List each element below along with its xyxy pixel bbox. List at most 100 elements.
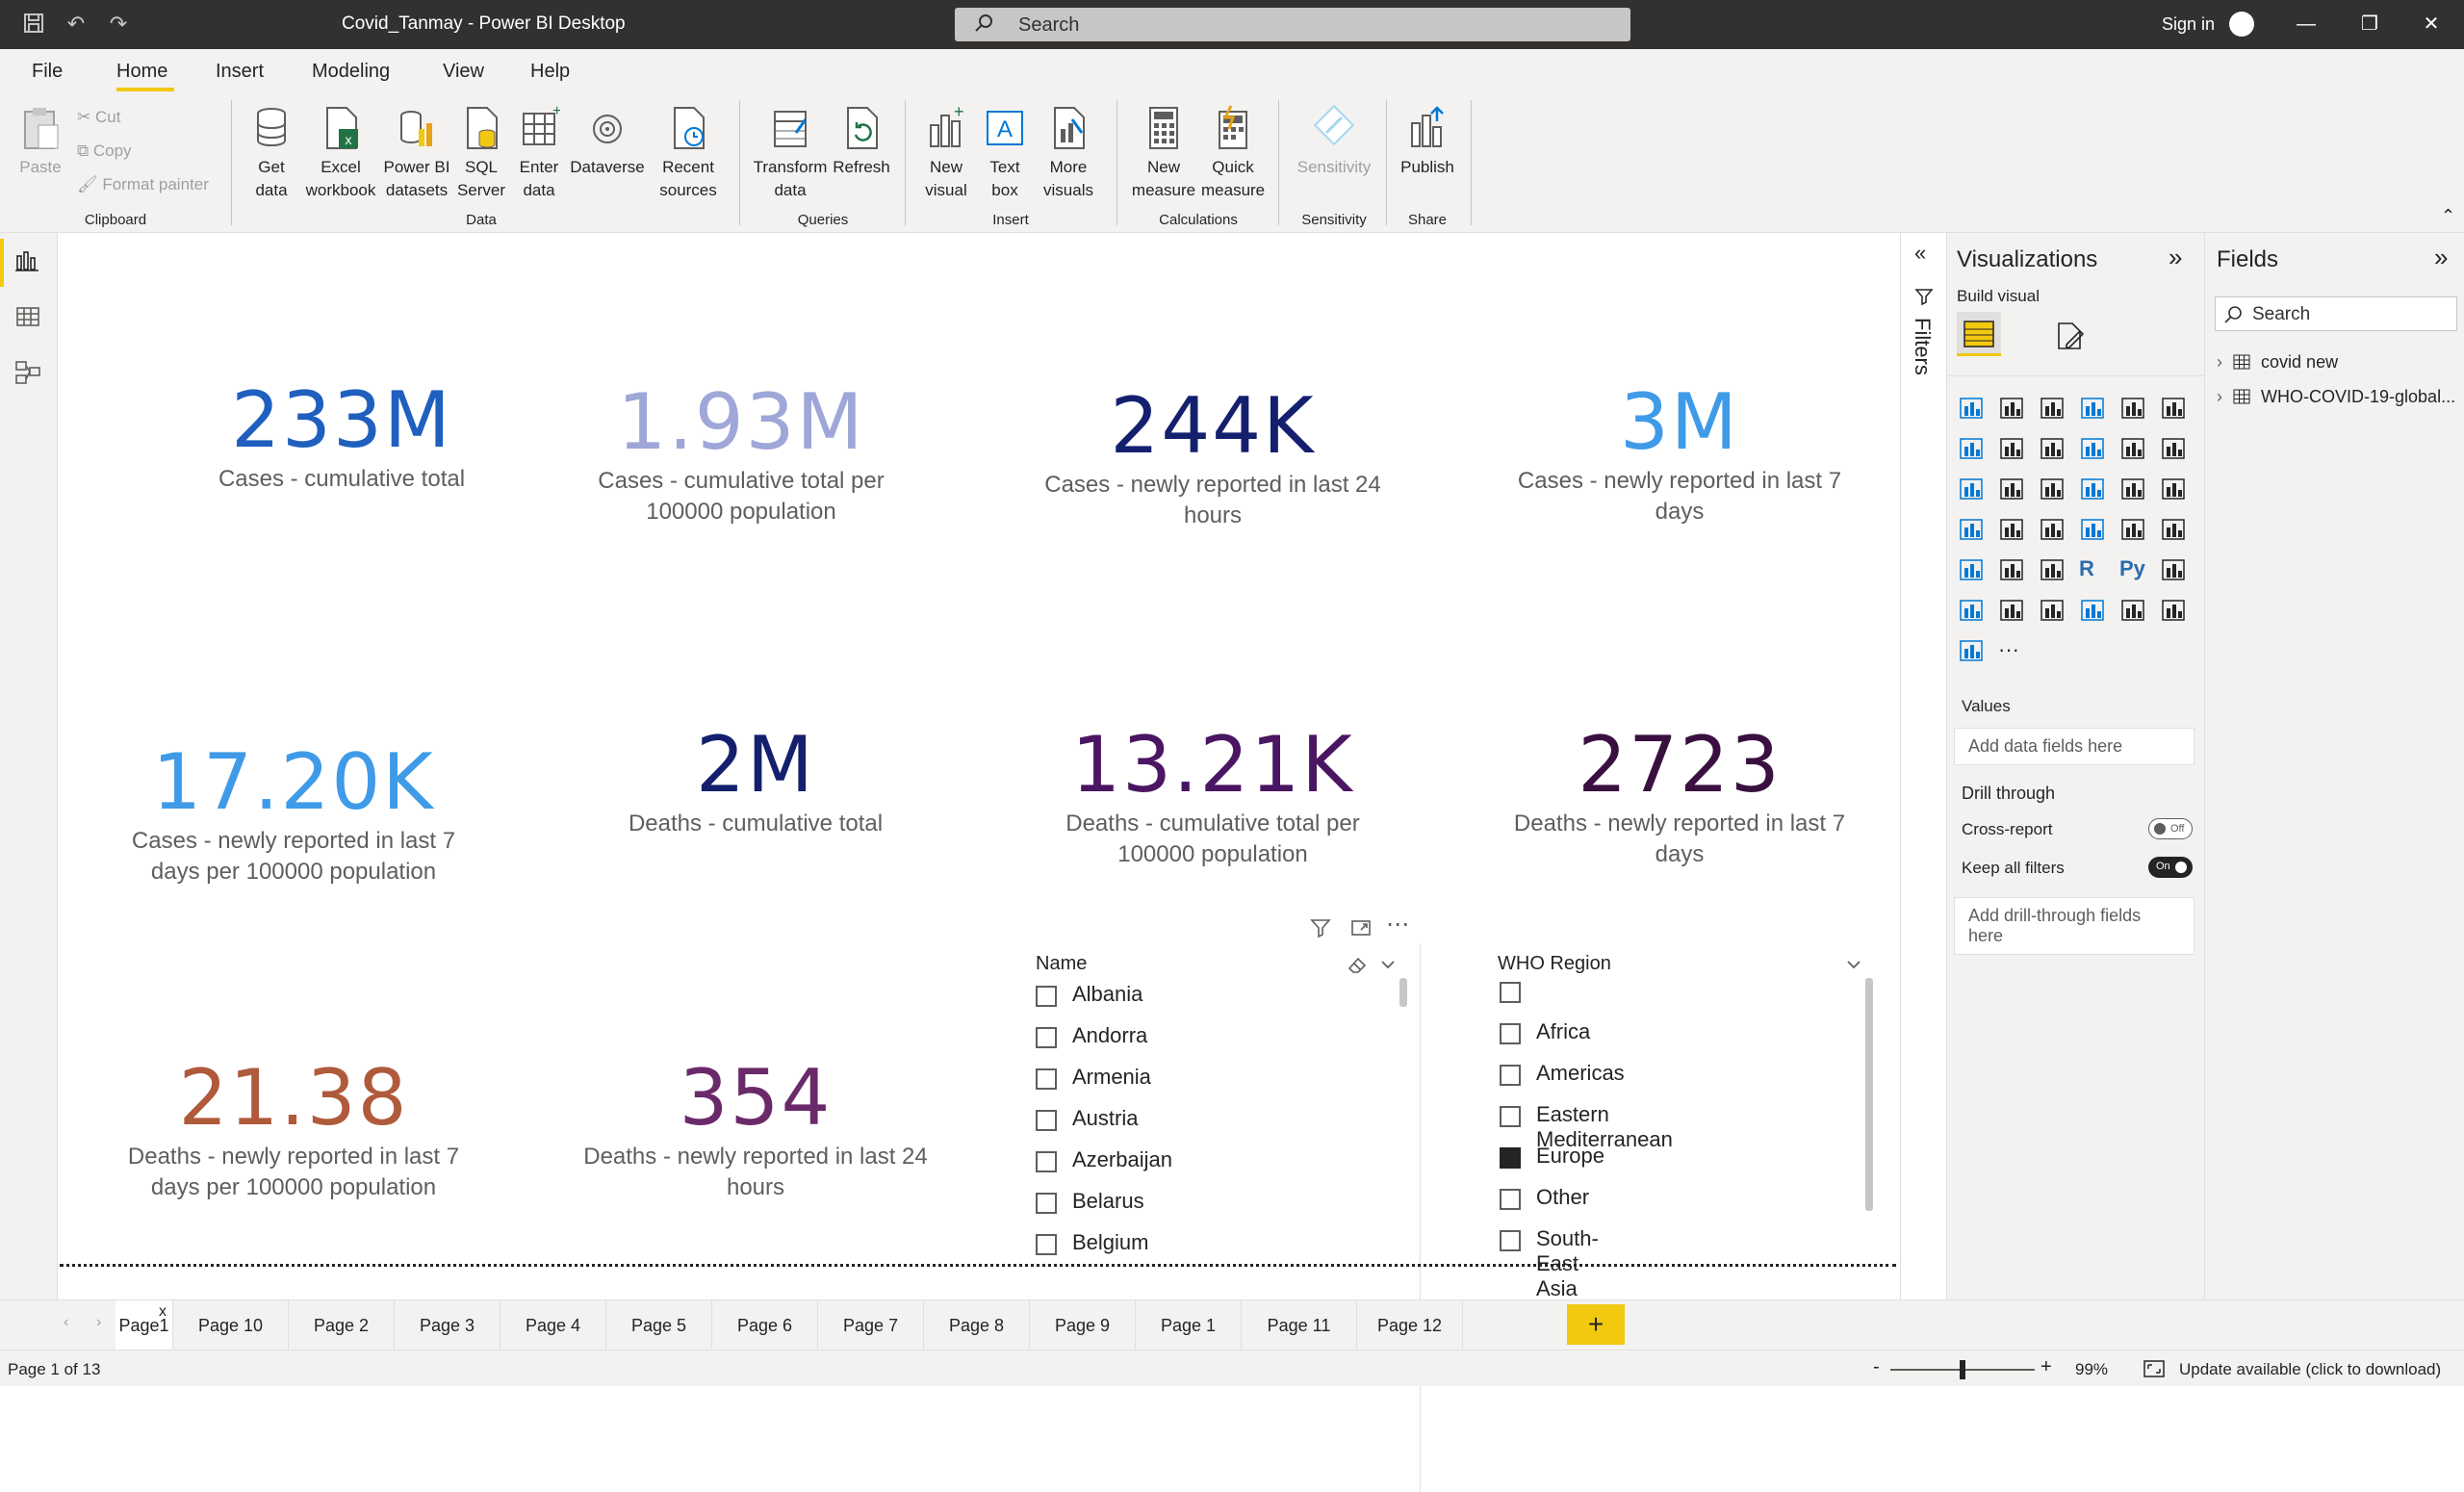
- chevron-down-icon[interactable]: [1844, 955, 1863, 974]
- more-options-icon[interactable]: ⋯: [1386, 911, 1409, 939]
- more-visuals-button[interactable]: More visuals: [1034, 104, 1103, 202]
- build-visual-tab[interactable]: [1957, 312, 2001, 356]
- close-tab-icon[interactable]: x: [159, 1287, 167, 1337]
- menu-modeling[interactable]: Modeling: [312, 61, 390, 83]
- expand-filters-icon[interactable]: «: [1914, 241, 1926, 266]
- more-visuals-icon[interactable]: ···: [1998, 637, 2027, 666]
- 100-bar-icon[interactable]: [2119, 395, 2148, 424]
- key-influencers-icon[interactable]: [2160, 556, 2189, 585]
- dataverse-button[interactable]: Dataverse: [568, 104, 647, 179]
- excel-workbook-button[interactable]: x Excel workbook: [300, 104, 381, 202]
- report-canvas[interactable]: 233M Cases - cumulative total 1.93M Case…: [58, 233, 1900, 1492]
- recent-sources-button[interactable]: Recent sources: [651, 104, 726, 202]
- page-tab[interactable]: Page1 x: [116, 1300, 173, 1351]
- page-tab[interactable]: Page 7: [818, 1300, 924, 1351]
- page-tab[interactable]: Page 5: [606, 1300, 712, 1351]
- page-tab[interactable]: Page 8: [924, 1300, 1030, 1351]
- menu-view[interactable]: View: [443, 61, 484, 83]
- page-tab[interactable]: Page 10: [173, 1300, 289, 1351]
- menu-insert[interactable]: Insert: [216, 61, 264, 83]
- paste-button[interactable]: Paste: [15, 104, 65, 179]
- scroll-right-icon[interactable]: ›: [96, 1314, 101, 1331]
- new-visual-button[interactable]: + New visual: [916, 104, 976, 202]
- map-icon[interactable]: [1958, 516, 1987, 545]
- refresh-button[interactable]: Refresh: [830, 104, 893, 179]
- multirow-card-icon[interactable]: [2119, 516, 2148, 545]
- format-visual-icon[interactable]: [2053, 320, 2086, 352]
- card-deaths-7d[interactable]: 2723 Deaths - newly reported in last 7 d…: [1502, 722, 1858, 870]
- card-deaths-24h[interactable]: 354 Deaths - newly reported in last 24 h…: [568, 1055, 943, 1203]
- checkbox[interactable]: [1500, 1189, 1521, 1210]
- scrollbar[interactable]: [1865, 978, 1873, 1211]
- kpi-icon[interactable]: [2160, 516, 2189, 545]
- format-painter-button[interactable]: 🖌 Format painter: [77, 175, 209, 194]
- field-table-covid-new[interactable]: › covid new: [2217, 352, 2338, 373]
- card-cases-7d-per-100k[interactable]: 17.20K Cases - newly reported in last 7 …: [116, 739, 472, 887]
- 100-column-icon[interactable]: [2160, 395, 2189, 424]
- zoom-in-button[interactable]: +: [2040, 1356, 2052, 1378]
- treemap-icon[interactable]: [2160, 476, 2189, 504]
- publish-button[interactable]: Publish: [1398, 104, 1457, 179]
- r-visual-icon[interactable]: R: [2079, 556, 2108, 585]
- menu-home[interactable]: Home: [116, 61, 167, 83]
- card-icon[interactable]: [2079, 516, 2108, 545]
- copy-button[interactable]: ⧉ Copy: [77, 141, 132, 161]
- card-cases-7d[interactable]: 3M Cases - newly reported in last 7 days: [1502, 379, 1858, 527]
- qa-icon[interactable]: [1998, 597, 2027, 626]
- menu-file[interactable]: File: [32, 61, 63, 83]
- restore-button[interactable]: ❐: [2350, 10, 2389, 39]
- line-chart-icon[interactable]: [1958, 435, 1987, 464]
- card-cases-cumulative[interactable]: 233M Cases - cumulative total: [144, 377, 539, 495]
- page-tab[interactable]: Page 9: [1030, 1300, 1136, 1351]
- paginated-report-icon[interactable]: [2039, 597, 2067, 626]
- collapse-ribbon-icon[interactable]: ⌃: [2441, 206, 2455, 226]
- minimize-button[interactable]: —: [2287, 10, 2325, 39]
- text-box-button[interactable]: A Text box: [976, 104, 1034, 202]
- save-icon[interactable]: [21, 12, 46, 37]
- checkbox[interactable]: [1500, 1065, 1521, 1086]
- card-cases-24h[interactable]: 244K Cases - newly reported in last 24 h…: [1040, 383, 1386, 531]
- scatter-icon[interactable]: [2039, 476, 2067, 504]
- power-bi-datasets-button[interactable]: Power BI datasets: [381, 104, 452, 202]
- matrix-icon[interactable]: [2039, 556, 2067, 585]
- page-tab[interactable]: Page 11: [1242, 1300, 1357, 1351]
- get-data-button[interactable]: Get data: [243, 104, 300, 202]
- keep-all-filters-toggle[interactable]: On: [2148, 857, 2193, 878]
- stacked-area-icon[interactable]: [2039, 435, 2067, 464]
- power-automate-icon[interactable]: [1958, 637, 1987, 666]
- ribbon-chart-icon[interactable]: [2160, 435, 2189, 464]
- gauge-icon[interactable]: [2039, 516, 2067, 545]
- who-region-slicer[interactable]: WHO Region Africa Americas Eastern Medit…: [1480, 943, 1885, 1492]
- transform-data-button[interactable]: Transform data: [751, 104, 830, 202]
- zoom-slider[interactable]: [1890, 1360, 2035, 1379]
- name-slicer[interactable]: Name Albania Andorra Armenia Austria Aze…: [1018, 943, 1421, 1492]
- python-visual-icon[interactable]: Py: [2119, 556, 2148, 585]
- filled-map-icon[interactable]: [1998, 516, 2027, 545]
- page-tab[interactable]: Page 4: [500, 1300, 606, 1351]
- card-deaths-cumulative[interactable]: 2M Deaths - cumulative total: [587, 722, 924, 839]
- fit-to-page-icon[interactable]: [2143, 1358, 2166, 1379]
- table-icon[interactable]: [1998, 556, 2027, 585]
- close-button[interactable]: ✕: [2412, 10, 2451, 39]
- filters-label[interactable]: Filters: [1910, 318, 1935, 375]
- page-tab[interactable]: Page 6: [712, 1300, 818, 1351]
- azure-map-icon[interactable]: [2119, 597, 2148, 626]
- decomposition-tree-icon[interactable]: [1958, 597, 1987, 626]
- sign-in-link[interactable]: Sign in: [2162, 14, 2215, 35]
- checkbox[interactable]: [1036, 1068, 1057, 1090]
- donut-chart-icon[interactable]: [2119, 476, 2148, 504]
- avatar[interactable]: [2229, 12, 2254, 37]
- chevron-right-icon[interactable]: ›: [2217, 387, 2222, 406]
- fields-search-input[interactable]: Search: [2215, 296, 2457, 331]
- slicer-icon[interactable]: [1958, 556, 1987, 585]
- chevron-down-icon[interactable]: [1378, 955, 1398, 974]
- filters-pane[interactable]: «: [1900, 233, 1946, 1299]
- search-box[interactable]: Search: [955, 8, 1630, 41]
- drill-through-well[interactable]: Add drill-through fields here: [1954, 897, 2194, 955]
- pie-chart-icon[interactable]: [2079, 476, 2108, 504]
- line-clustered-icon[interactable]: [2119, 435, 2148, 464]
- waterfall-icon[interactable]: [1958, 476, 1987, 504]
- zoom-out-button[interactable]: -: [1873, 1356, 1880, 1378]
- line-column-icon[interactable]: [2079, 435, 2108, 464]
- add-page-button[interactable]: +: [1567, 1304, 1625, 1345]
